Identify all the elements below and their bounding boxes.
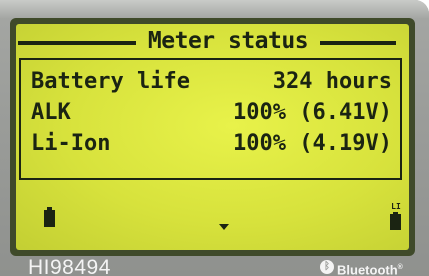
header-rule-right bbox=[320, 41, 396, 45]
status-label: ALK bbox=[31, 100, 71, 125]
li-ion-battery-icon bbox=[390, 212, 401, 230]
model-number: HI98494 bbox=[28, 256, 111, 276]
alkaline-battery-icon bbox=[44, 207, 55, 227]
page-title: Meter status bbox=[147, 28, 309, 54]
bluetooth-logo: ᛒ Bluetooth® bbox=[320, 260, 403, 276]
device-top-edge bbox=[0, 0, 429, 18]
status-panel: Battery life 324 hours ALK 100% (6.41V) … bbox=[19, 58, 402, 180]
li-battery-label: LI bbox=[391, 202, 401, 211]
bluetooth-icon: ᛒ bbox=[320, 260, 334, 274]
scroll-down-arrow-icon bbox=[219, 224, 229, 230]
status-label: Li-Ion bbox=[31, 131, 111, 156]
status-label: Battery life bbox=[31, 69, 190, 94]
status-row-li-ion: Li-Ion 100% (4.19V) bbox=[31, 128, 392, 160]
status-row-battery-life: Battery life 324 hours bbox=[31, 66, 392, 98]
status-value: 100% (6.41V) bbox=[233, 100, 392, 125]
meter-device: Meter status Battery life 324 hours ALK … bbox=[0, 0, 429, 276]
bluetooth-label: Bluetooth bbox=[337, 262, 398, 276]
status-row-alk: ALK 100% (6.41V) bbox=[31, 97, 392, 129]
status-value: 324 hours bbox=[272, 69, 392, 94]
status-value: 100% (4.19V) bbox=[233, 131, 392, 156]
screen-header: Meter status bbox=[18, 28, 396, 56]
header-rule-left bbox=[18, 41, 136, 45]
registered-mark: ® bbox=[397, 264, 403, 271]
